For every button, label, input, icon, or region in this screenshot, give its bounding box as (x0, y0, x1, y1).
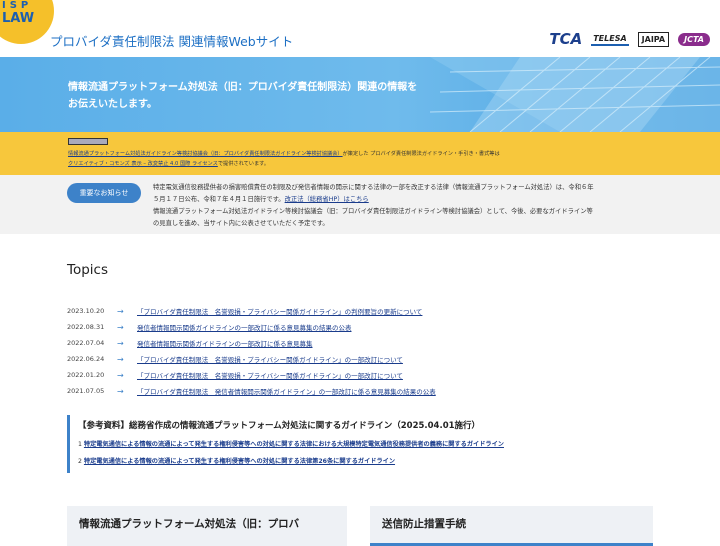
takedown-procedure-card[interactable]: 送信防止措置手続 (370, 506, 653, 546)
reference-link[interactable]: 特定電気通信による情報の流通によって発生する権利侵害等への対処に関する法律第26… (84, 458, 395, 465)
reference-link[interactable]: 特定電気通信による情報の流通によって発生する権利侵害等への対処に関する法律におけ… (84, 441, 504, 448)
notice-line1: 特定電気通信役務提供者の損害賠償責任の制限及び発信者情報の開示に関する法律の一部… (153, 184, 594, 191)
arrow-right-icon: → (117, 370, 124, 380)
important-notice-button[interactable]: 重要なお知らせ (67, 183, 141, 203)
hero-line2: お伝えいたします。 (68, 99, 157, 110)
list-item[interactable]: 2021.07.05 → 「プロバイダ責任制限法 発信者情報開示関係ガイドライン」の… (67, 383, 667, 399)
topic-link[interactable]: 「プロバイダ責任制限法 名誉毀損・プライバシー関係ガイドライン」の一部改訂につい… (137, 370, 403, 380)
hero-banner: 情報流通プラットフォーム対処法（旧：プロバイダ責任制限法）関連の情報を お伝えい… (0, 57, 720, 132)
partner-logos: TCA TELESA JAIPA JCTA (549, 30, 710, 48)
partner-logo-tca[interactable]: TCA (549, 30, 582, 48)
topic-date: 2022.01.20 (67, 371, 105, 379)
notice-line2: ５月１７日公布、令和７年４月１日施行です。 (153, 196, 285, 203)
topic-link[interactable]: 「プロバイダ責任制限法 名誉毀損・プライバシー関係ガイドライン」の判例要旨の更新… (137, 306, 422, 316)
license-text2: で提供されています。 (217, 161, 270, 167)
logo-line1: ISP (2, 0, 33, 11)
reference-section: 【参考資料】総務省作成の情報流通プラットフォーム対処法に関するガイドライン（20… (67, 415, 653, 473)
reference-title: 【参考資料】総務省作成の情報流通プラットフォーム対処法に関するガイドライン（20… (78, 421, 481, 431)
notice-line3: 情報流通プラットフォーム対処法ガイドライン等検討協議会（旧：プロバイダ責任制限法… (153, 208, 593, 215)
notice-text: 特定電気通信役務提供者の損害賠償責任の制限及び発信者情報の開示に関する法律の一部… (153, 182, 653, 230)
topic-link[interactable]: 「プロバイダ責任制限法 発信者情報開示関係ガイドライン」の一部改訂に係る意見募集… (137, 386, 436, 396)
topic-link[interactable]: 発信者情報開示関係ガイドラインの一部改訂に係る意見募集 (137, 338, 313, 348)
topic-date: 2022.06.24 (67, 355, 105, 363)
topic-link[interactable]: 「プロバイダ責任制限法 名誉毀損・プライバシー関係ガイドライン」の一部改訂につい… (137, 354, 403, 364)
council-link[interactable]: 情報流通プラットフォーム対処法ガイドライン等検討協議会（旧：プロバイダ責任制限法… (68, 151, 343, 157)
arrow-right-icon: → (117, 306, 124, 316)
list-item[interactable]: 2023.10.20 → 「プロバイダ責任制限法 名誉毀損・プライバシー関係ガイドラ… (67, 303, 667, 319)
list-item[interactable]: 2022.06.24 → 「プロバイダ責任制限法 名誉毀損・プライバシー関係ガイドラ… (67, 351, 667, 367)
topic-date: 2021.07.05 (67, 387, 105, 395)
partner-logo-jcta[interactable]: JCTA (678, 32, 710, 46)
topic-link[interactable]: 発信者情報開示関係ガイドラインの一部改訂に係る意見募集の結果の公表 (137, 322, 352, 332)
topics-heading: Topics (67, 262, 108, 278)
arrow-right-icon: → (117, 354, 124, 364)
arrow-right-icon: → (117, 338, 124, 348)
hero-text: 情報流通プラットフォーム対処法（旧：プロバイダ責任制限法）関連の情報を お伝えい… (68, 79, 417, 113)
topic-date: 2022.08.31 (67, 323, 105, 331)
law-info-card-title: 情報流通プラットフォーム対処法（旧：プロバ (79, 518, 300, 530)
notice-line4: の見直しを進め、当サイト内に公表させていただく予定です。 (153, 220, 329, 227)
important-notice: 重要なお知らせ 特定電気通信役務提供者の損害賠償責任の制限及び発信者情報の開示に… (0, 175, 720, 234)
reference-number: 1 (78, 441, 82, 448)
law-info-card[interactable]: 情報流通プラットフォーム対処法（旧：プロバ (67, 506, 347, 546)
topic-date: 2023.10.20 (67, 307, 105, 315)
cc-license-link[interactable]: クリエイティブ・コモンズ 表示 – 改変禁止 4.0 国際 ライセンス (68, 161, 218, 167)
amendment-law-link[interactable]: 改正法（総務省HP）はこちら (285, 196, 369, 203)
site-title[interactable]: プロバイダ責任制限法 関連情報Webサイト (50, 31, 293, 50)
partner-logo-jaipa[interactable]: JAIPA (637, 31, 670, 47)
reference-number: 2 (78, 458, 82, 465)
license-bar: 情報流通プラットフォーム対処法ガイドライン等検討協議会（旧：プロバイダ責任制限法… (0, 132, 720, 175)
list-item[interactable]: 2022.01.20 → 「プロバイダ責任制限法 名誉毀損・プライバシー関係ガイドラ… (67, 367, 667, 383)
takedown-procedure-card-title: 送信防止措置手続 (382, 518, 466, 530)
list-item[interactable]: 2022.08.31 → 発信者情報開示関係ガイドラインの一部改訂に係る意見募集の結… (67, 319, 667, 335)
arrow-right-icon: → (117, 386, 124, 396)
hero-line1: 情報流通プラットフォーム対処法（旧：プロバイダ責任制限法）関連の情報を (68, 82, 418, 93)
site-header: ISP LAW プロバイダ責任制限法 関連情報Webサイト TCA TELESA… (0, 0, 720, 57)
topics-list: 2023.10.20 → 「プロバイダ責任制限法 名誉毀損・プライバシー関係ガイドラ… (67, 303, 667, 399)
arrow-right-icon: → (117, 322, 124, 332)
list-item: 2 特定電気通信による情報の流通によって発生する権利侵害等への対処に関する法律第… (78, 456, 653, 465)
site-logo[interactable]: ISP LAW (0, 0, 54, 44)
topic-date: 2022.07.04 (67, 339, 105, 347)
cc-license-icon[interactable] (68, 138, 108, 145)
list-item[interactable]: 2022.07.04 → 発信者情報開示関係ガイドラインの一部改訂に係る意見募集 (67, 335, 667, 351)
partner-logo-telesa[interactable]: TELESA (591, 33, 629, 46)
list-item: 1 特定電気通信による情報の流通によって発生する権利侵害等への対処に関する法律に… (78, 439, 653, 448)
license-text1: が策定した プロバイダ責任制限法ガイドライン・手引き・書式等は (342, 151, 500, 157)
logo-line2: LAW (2, 11, 35, 26)
